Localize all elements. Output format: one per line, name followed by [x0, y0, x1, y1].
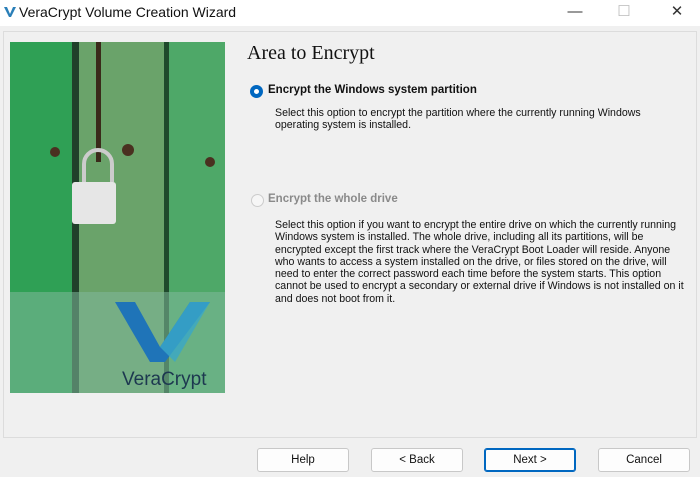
option-description-system-partition: Select this option to encrypt the partit… [275, 107, 641, 132]
back-button[interactable]: < Back [371, 448, 463, 472]
help-button[interactable]: Help [257, 448, 349, 472]
page-heading: Area to Encrypt [247, 42, 375, 64]
radio-whole-drive[interactable] [251, 194, 264, 207]
next-button[interactable]: Next > [484, 448, 576, 472]
maximize-button[interactable]: ☐ [601, 0, 647, 26]
padlock-door-illustration: VeraCrypt [10, 42, 225, 393]
radio-system-partition[interactable] [250, 85, 263, 98]
veracrypt-logo-text: VeraCrypt [122, 369, 207, 390]
veracrypt-app-icon [4, 7, 16, 17]
cancel-button[interactable]: Cancel [598, 448, 690, 472]
option-label-system-partition[interactable]: Encrypt the Windows system partition [268, 84, 477, 96]
wizard-banner-image: VeraCrypt [10, 42, 225, 393]
option-label-whole-drive[interactable]: Encrypt the whole drive [268, 193, 398, 205]
minimize-button[interactable]: — [552, 0, 598, 26]
option-description-whole-drive: Select this option if you want to encryp… [275, 219, 684, 305]
window-title: VeraCrypt Volume Creation Wizard [19, 4, 237, 20]
title-bar: VeraCrypt Volume Creation Wizard — ☐ ✕ [0, 0, 700, 26]
close-button[interactable]: ✕ [654, 0, 700, 26]
